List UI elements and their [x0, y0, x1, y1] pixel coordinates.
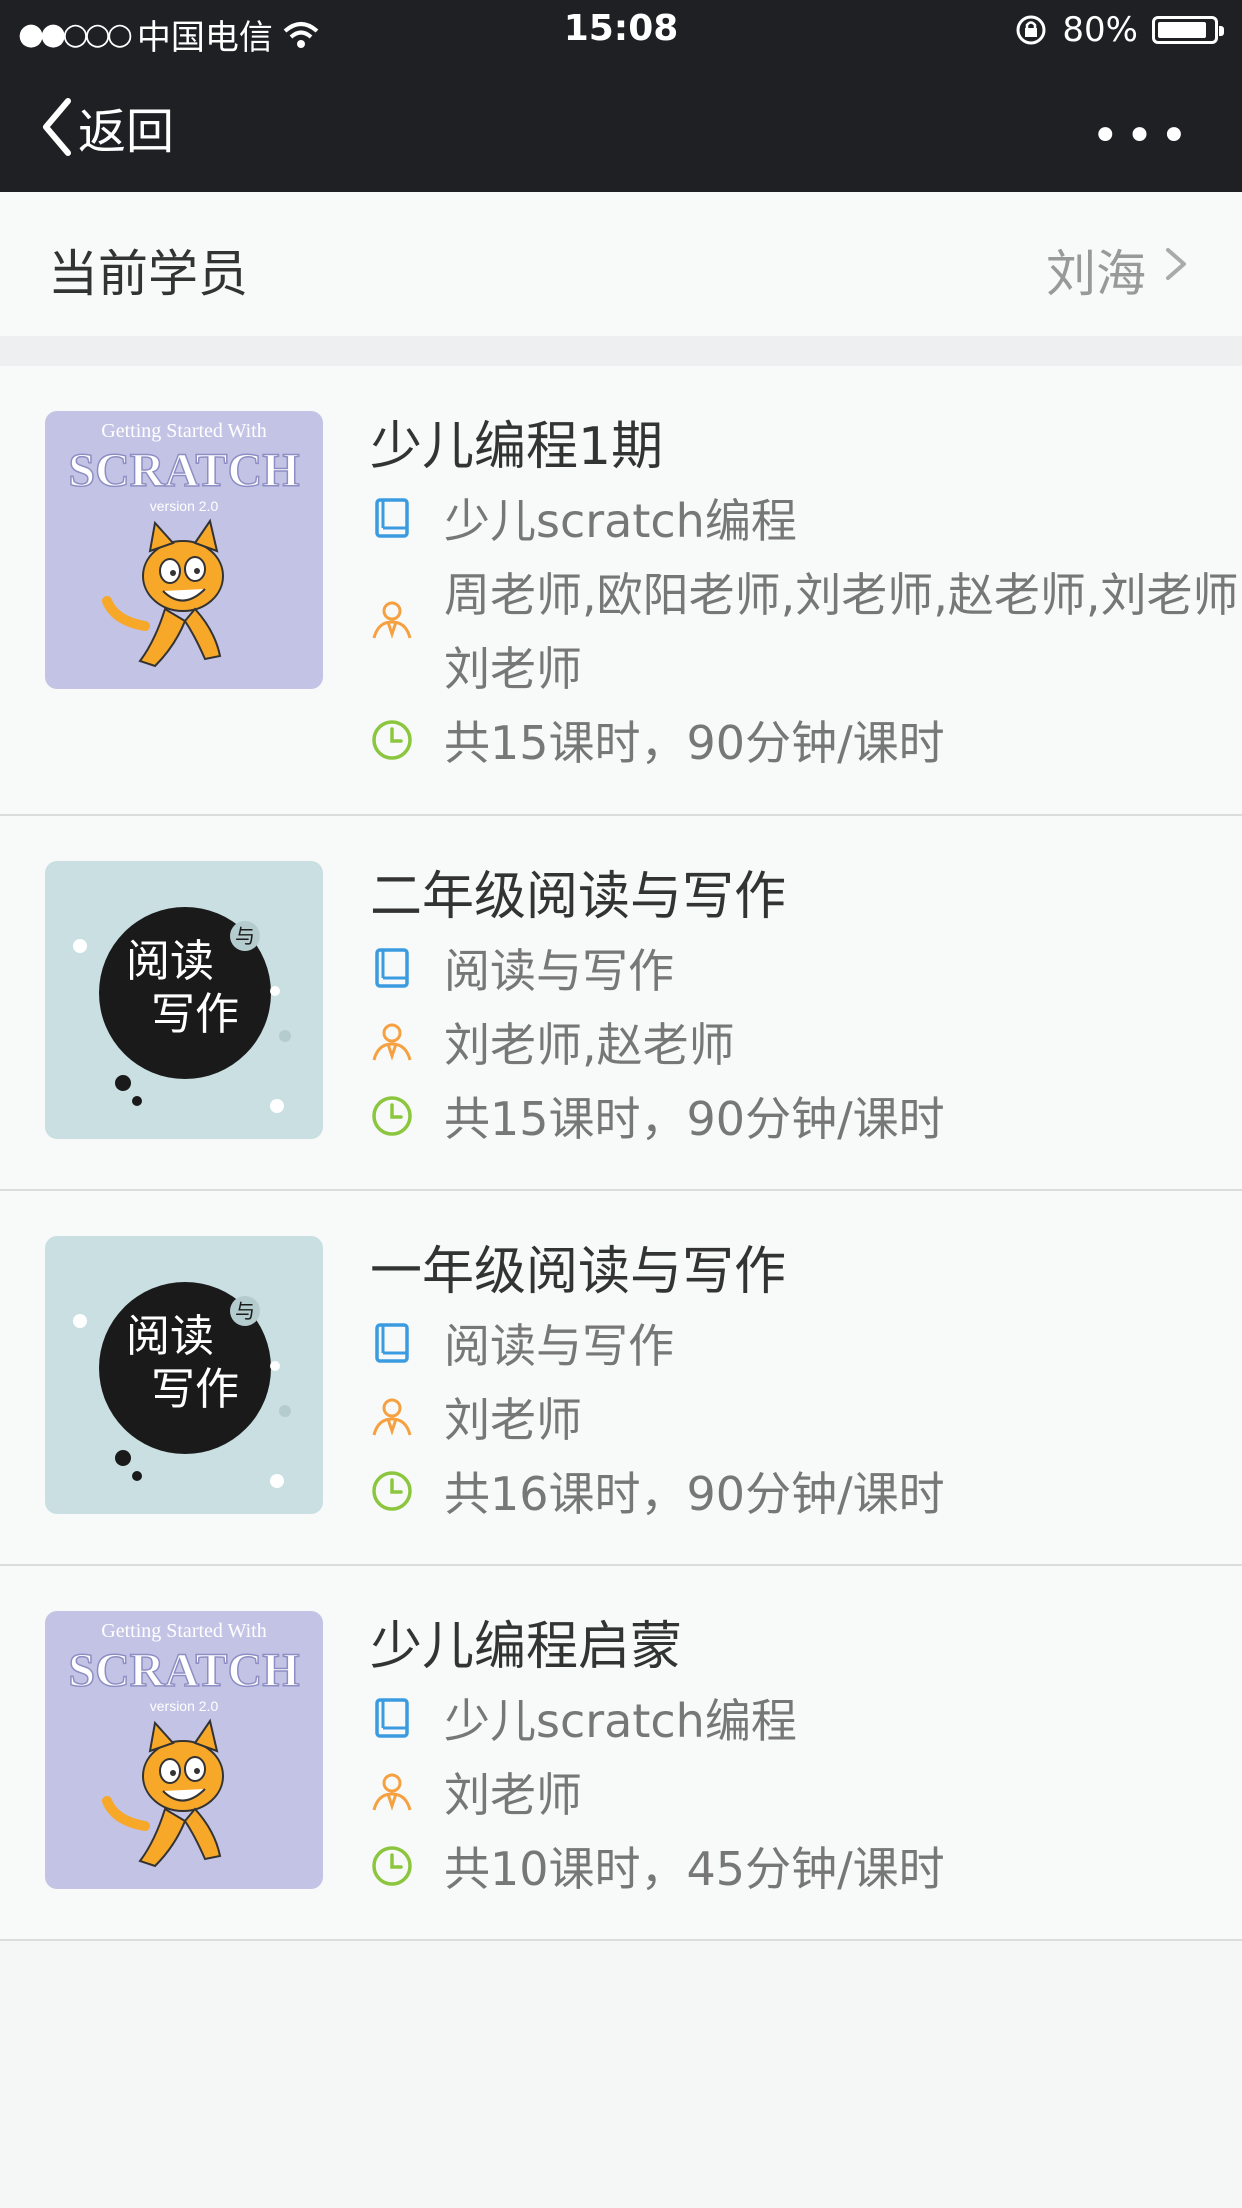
course-item[interactable]: 与 阅读 写作 二年级阅读与写作 阅读与写作 刘老师,赵老师 共15课时，90分… [0, 816, 1242, 1191]
course-teachers-row: 刘老师 [370, 1758, 1242, 1832]
course-cover-reading: 与 阅读 写作 [45, 861, 323, 1139]
course-cover-scratch: Getting Started With SCRATCH version 2.0 [45, 411, 323, 689]
course-subject: 阅读与写作 [444, 1319, 674, 1373]
svg-text:SCRATCH: SCRATCH [68, 444, 299, 497]
course-subject-row: 少儿scratch编程 [370, 484, 1242, 558]
course-item[interactable]: Getting Started With SCRATCH version 2.0… [0, 1566, 1242, 1941]
course-cover-reading: 与 阅读 写作 [45, 1236, 323, 1514]
book-icon [375, 1698, 409, 1738]
current-student-label: 当前学员 [48, 245, 248, 303]
course-hours-row: 共10课时，45分钟/课时 [370, 1832, 1242, 1906]
svg-text:Getting Started With: Getting Started With [101, 1620, 266, 1642]
svg-text:Getting Started With: Getting Started With [101, 420, 266, 442]
svg-text:version 2.0: version 2.0 [150, 498, 219, 514]
teacher-icon [372, 1773, 412, 1811]
battery-percent: 80% [1062, 10, 1138, 50]
current-student-name: 刘海 [1046, 245, 1146, 303]
status-bar: ●●○○○ 中国电信 15:08 80% [0, 0, 1242, 62]
course-subject: 阅读与写作 [444, 944, 674, 998]
course-list: Getting Started With SCRATCH version 2.0… [0, 366, 1242, 1941]
back-label: 返回 [78, 104, 175, 160]
course-hours: 共16课时，90分钟/课时 [444, 1467, 945, 1521]
course-cover-scratch: Getting Started With SCRATCH version 2.0 [45, 1611, 323, 1889]
svg-text:写作: 写作 [151, 989, 239, 1040]
current-student-row[interactable]: 当前学员 刘海 [0, 192, 1242, 336]
course-teachers: 刘老师 [444, 1768, 582, 1822]
clock-icon [372, 720, 412, 760]
course-subject-row: 少儿scratch编程 [370, 1684, 1242, 1758]
svg-text:SCRATCH: SCRATCH [68, 1644, 299, 1697]
course-item[interactable]: 与 阅读 写作 一年级阅读与写作 阅读与写作 刘老师 共16课时，90分钟/课时 [0, 1191, 1242, 1566]
course-teachers-row: 刘老师,赵老师 [370, 1008, 1242, 1082]
back-button[interactable]: 返回 [40, 92, 174, 162]
course-title: 一年级阅读与写作 [370, 1242, 787, 1302]
course-teachers: 刘老师,赵老师 [444, 1018, 735, 1072]
svg-text:version 2.0: version 2.0 [150, 1698, 219, 1714]
clock-icon [372, 1096, 412, 1136]
course-hours: 共15课时，90分钟/课时 [444, 1092, 945, 1146]
clock-icon [372, 1471, 412, 1511]
more-button[interactable]: ••• [1091, 108, 1194, 164]
battery-icon [1152, 16, 1224, 44]
clock-icon [372, 1846, 412, 1886]
svg-text:与: 与 [235, 1299, 255, 1323]
rotation-lock-icon [1016, 15, 1046, 45]
course-teachers: 周老师,欧阳老师,刘老师,赵老师,刘老师,刘老师 [444, 568, 1242, 696]
nav-bar: 返回 ••• [0, 62, 1242, 192]
teacher-icon [372, 1023, 412, 1061]
svg-text:阅读: 阅读 [126, 936, 214, 987]
course-title: 少儿编程启蒙 [370, 1617, 683, 1677]
svg-text:与: 与 [235, 924, 255, 948]
course-hours-row: 共15课时，90分钟/课时 [370, 706, 1242, 780]
course-teachers: 刘老师 [444, 1393, 582, 1447]
svg-text:写作: 写作 [151, 1364, 239, 1415]
course-hours: 共10课时，45分钟/课时 [444, 1842, 945, 1896]
course-title: 少儿编程1期 [370, 417, 664, 477]
course-subject-row: 阅读与写作 [370, 934, 1242, 1008]
section-divider [0, 336, 1242, 366]
book-icon [375, 498, 409, 538]
course-item[interactable]: Getting Started With SCRATCH version 2.0… [0, 366, 1242, 816]
course-title: 二年级阅读与写作 [370, 867, 787, 927]
course-subject: 少儿scratch编程 [444, 494, 797, 548]
course-hours-row: 共16课时，90分钟/课时 [370, 1457, 1242, 1531]
book-icon [375, 948, 409, 988]
course-hours: 共15课时，90分钟/课时 [444, 716, 945, 770]
svg-text:阅读: 阅读 [126, 1311, 214, 1362]
chevron-left-icon [43, 98, 71, 156]
course-hours-row: 共15课时，90分钟/课时 [370, 1082, 1242, 1156]
teacher-icon [372, 1398, 412, 1436]
chevron-right-icon [1166, 248, 1186, 280]
book-icon [375, 1323, 409, 1363]
course-teachers-row: 周老师,欧阳老师,刘老师,赵老师,刘老师,刘老师 [370, 558, 1242, 706]
course-teachers-row: 刘老师 [370, 1383, 1242, 1457]
course-subject: 少儿scratch编程 [444, 1694, 797, 1748]
course-subject-row: 阅读与写作 [370, 1309, 1242, 1383]
teacher-icon [372, 601, 412, 639]
